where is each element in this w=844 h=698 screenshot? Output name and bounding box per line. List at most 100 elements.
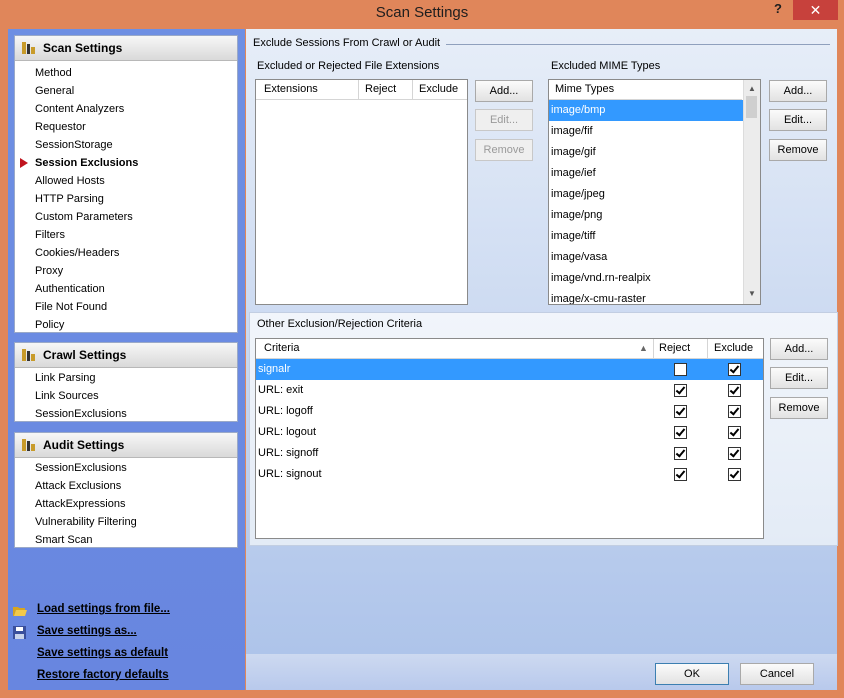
list-item[interactable]: image/jpeg (549, 184, 743, 205)
save-icon (13, 626, 26, 639)
extensions-col-header[interactable]: Extensions (264, 80, 318, 99)
nav-item-label: AttackExpressions (35, 498, 126, 510)
nav-item[interactable]: Filters (15, 226, 237, 244)
arrow-right-icon (20, 158, 28, 168)
nav-item[interactable]: Method (15, 64, 237, 82)
criteria-group-title: Other Exclusion/Rejection Criteria (257, 318, 423, 330)
list-item[interactable]: image/x-cmu-raster (549, 289, 743, 304)
mime-edit-button[interactable]: Edit... (769, 109, 827, 131)
crawl-settings-group: Crawl Settings Link Parsing Link Sources S… (14, 342, 238, 422)
nav-item[interactable]: Requestor (15, 118, 237, 136)
nav-item[interactable]: Authentication (15, 280, 237, 298)
criteria-exclude-header[interactable]: Exclude (714, 339, 753, 358)
table-row[interactable]: URL: exit (256, 380, 763, 401)
load-settings-link[interactable]: Load settings from file... (37, 603, 170, 615)
mime-scrollbar[interactable]: ▲ ▼ (743, 80, 760, 304)
list-item[interactable]: image/png (549, 205, 743, 226)
exclude-checkbox[interactable] (728, 384, 741, 397)
exclude-col-header[interactable]: Exclude (419, 80, 458, 99)
nav-item[interactable]: SessionExclusions (15, 405, 237, 423)
list-item[interactable]: image/fif (549, 121, 743, 142)
scroll-thumb[interactable] (746, 96, 757, 118)
nav-item-label: Content Analyzers (35, 103, 125, 115)
nav-item[interactable]: HTTP Parsing (15, 190, 237, 208)
nav-item[interactable]: Content Analyzers (15, 100, 237, 118)
criteria-label: URL: logoff (258, 405, 313, 417)
criteria-list[interactable]: Criteria ▲ Reject Exclude signalr URL: ex… (255, 338, 764, 539)
nav-item[interactable]: Policy (15, 316, 237, 334)
close-button[interactable]: ✕ (793, 0, 838, 20)
criteria-add-button[interactable]: Add... (770, 338, 828, 360)
reject-checkbox[interactable] (674, 405, 687, 418)
list-item[interactable]: image/ief (549, 163, 743, 184)
nav-item[interactable]: SessionStorage (15, 136, 237, 154)
table-row[interactable]: signalr (256, 359, 763, 380)
save-settings-as-link[interactable]: Save settings as... (37, 625, 137, 637)
table-row[interactable]: URL: logout (256, 422, 763, 443)
reject-col-header[interactable]: Reject (365, 80, 396, 99)
nav-item-label: Session Exclusions (35, 157, 139, 169)
extensions-group-title: Excluded or Rejected File Extensions (257, 60, 440, 72)
criteria-remove-button[interactable]: Remove (770, 397, 828, 419)
mime-group-title: Excluded MIME Types (551, 60, 661, 72)
reject-checkbox[interactable] (674, 468, 687, 481)
table-row[interactable]: URL: signout (256, 464, 763, 485)
exclude-checkbox[interactable] (728, 426, 741, 439)
nav-item[interactable]: Vulnerability Filtering (15, 513, 237, 531)
criteria-label: signalr (258, 363, 291, 375)
scroll-down-icon[interactable]: ▼ (748, 289, 756, 298)
extensions-edit-button[interactable]: Edit... (475, 109, 533, 131)
nav-item[interactable]: Proxy (15, 262, 237, 280)
exclude-checkbox[interactable] (728, 363, 741, 376)
list-item[interactable]: image/gif (549, 142, 743, 163)
nav-item[interactable]: Attack Exclusions (15, 477, 237, 495)
list-item[interactable]: image/vnd.rn-realpix (549, 268, 743, 289)
criteria-edit-button[interactable]: Edit... (770, 367, 828, 389)
list-item[interactable]: image/tiff (549, 226, 743, 247)
nav-item[interactable]: File Not Found (15, 298, 237, 316)
nav-item[interactable]: SessionExclusions (15, 459, 237, 477)
mime-add-button[interactable]: Add... (769, 80, 827, 102)
table-row[interactable]: URL: logoff (256, 401, 763, 422)
exclude-checkbox[interactable] (728, 468, 741, 481)
help-button[interactable]: ? (770, 1, 786, 19)
crawl-settings-header[interactable]: Crawl Settings (15, 343, 237, 368)
section-divider (446, 44, 830, 45)
table-row[interactable]: URL: signoff (256, 443, 763, 464)
nav-item[interactable]: Session Exclusions (15, 154, 237, 172)
nav-item[interactable]: Cookies/Headers (15, 244, 237, 262)
criteria-col-header[interactable]: Criteria (264, 339, 299, 358)
window-title: Scan Settings (375, 4, 469, 21)
audit-settings-header[interactable]: Audit Settings (15, 433, 237, 458)
list-item[interactable]: image/bmp (549, 100, 743, 121)
nav-item[interactable]: Smart Scan (15, 531, 237, 549)
reject-checkbox[interactable] (674, 426, 687, 439)
extensions-add-button[interactable]: Add... (475, 80, 533, 102)
reject-checkbox[interactable] (674, 447, 687, 460)
nav-item[interactable]: Allowed Hosts (15, 172, 237, 190)
scroll-up-icon[interactable]: ▲ (748, 84, 756, 93)
nav-item[interactable]: Link Parsing (15, 369, 237, 387)
nav-item[interactable]: General (15, 82, 237, 100)
nav-item[interactable]: AttackExpressions (15, 495, 237, 513)
scan-settings-header[interactable]: Scan Settings (15, 36, 237, 61)
extensions-list[interactable]: Extensions Reject Exclude (255, 79, 468, 305)
audit-settings-title: Audit Settings (43, 438, 125, 452)
mime-header: Mime Types (549, 80, 742, 100)
restore-defaults-link[interactable]: Restore factory defaults (37, 669, 169, 681)
mime-remove-button[interactable]: Remove (769, 139, 827, 161)
save-default-link[interactable]: Save settings as default (37, 647, 168, 659)
mime-types-list[interactable]: Mime Types image/bmp image/fif image/gif im… (548, 79, 761, 305)
extensions-remove-button[interactable]: Remove (475, 139, 533, 161)
reject-checkbox[interactable] (674, 363, 687, 376)
nav-item[interactable]: Link Sources (15, 387, 237, 405)
criteria-reject-header[interactable]: Reject (659, 339, 690, 358)
nav-item[interactable]: Custom Parameters (15, 208, 237, 226)
list-item[interactable]: image/vasa (549, 247, 743, 268)
exclude-checkbox[interactable] (728, 447, 741, 460)
reject-checkbox[interactable] (674, 384, 687, 397)
cancel-button[interactable]: Cancel (740, 663, 814, 685)
exclude-checkbox[interactable] (728, 405, 741, 418)
mime-col-header[interactable]: Mime Types (555, 80, 614, 99)
ok-button[interactable]: OK (655, 663, 729, 685)
